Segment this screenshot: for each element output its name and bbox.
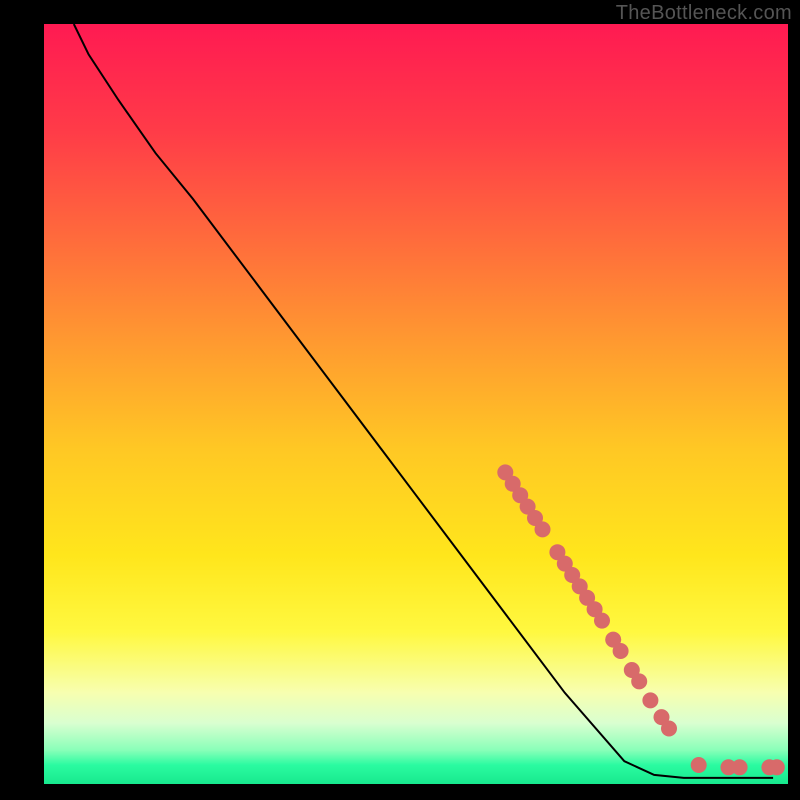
data-point bbox=[594, 613, 610, 629]
data-point bbox=[691, 757, 707, 773]
data-markers bbox=[497, 464, 785, 775]
chart-overlay bbox=[44, 24, 788, 784]
data-point bbox=[661, 721, 677, 737]
data-point bbox=[631, 673, 647, 689]
watermark-label: TheBottleneck.com bbox=[616, 2, 792, 25]
data-point bbox=[769, 759, 785, 775]
chart-frame: TheBottleneck.com bbox=[0, 0, 800, 800]
data-point bbox=[535, 521, 551, 537]
plot-area bbox=[44, 24, 788, 784]
data-point bbox=[613, 643, 629, 659]
data-point bbox=[732, 759, 748, 775]
bottleneck-curve bbox=[74, 24, 773, 778]
data-point bbox=[642, 692, 658, 708]
